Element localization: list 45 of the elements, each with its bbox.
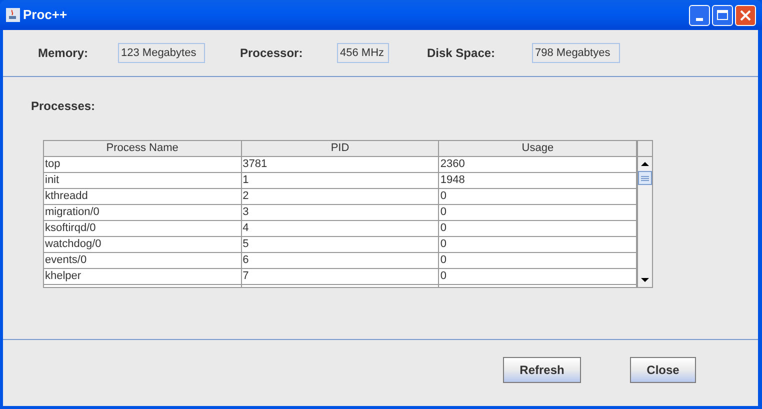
scrollbar[interactable]: [638, 157, 652, 287]
table-cell: events/0: [44, 253, 242, 269]
close-button[interactable]: [735, 4, 756, 26]
table-cell: 0: [439, 205, 637, 221]
maximize-icon: [717, 10, 728, 20]
stat-label: Memory:: [38, 45, 90, 62]
table-cell: 7: [242, 269, 440, 285]
table-cell: 1948: [439, 173, 637, 189]
column-header[interactable]: PID: [242, 141, 440, 157]
table-cell: 0: [439, 269, 637, 285]
table-cell: 6: [242, 253, 440, 269]
stat-value: 798 Megabtyes: [532, 43, 620, 63]
table-cell: 2: [242, 189, 440, 205]
table-cell: 2360: [439, 157, 637, 173]
table-cell: khelper: [44, 269, 242, 285]
table-cell: init: [44, 173, 242, 189]
window-title: Proc++: [23, 6, 68, 24]
processes-label: Processes:: [31, 99, 96, 113]
minimize-icon: [696, 18, 703, 20]
dialog-button[interactable]: Close: [630, 357, 696, 383]
stat-value: 456 MHz: [337, 43, 389, 63]
table-cell: 1: [242, 173, 440, 189]
table-cell: ksoftirqd/0: [44, 221, 242, 237]
stat-label: Disk Space:: [427, 45, 496, 62]
table-cell: 5: [242, 237, 440, 253]
minimize-button[interactable]: [689, 4, 710, 26]
table-cell: 0: [439, 221, 637, 237]
table-cell: migration/0: [44, 205, 242, 221]
table-cell: 0: [439, 189, 637, 205]
stat-value: 123 Megabytes: [118, 43, 205, 63]
table-cell: 3: [242, 205, 440, 221]
column-header[interactable]: Usage: [439, 141, 637, 157]
dialog-button[interactable]: Refresh: [503, 357, 581, 383]
table-cell: kthreadd: [44, 189, 242, 205]
scroll-thumb[interactable]: [638, 171, 652, 185]
table-cell: top: [44, 157, 242, 173]
table-cell: 0: [439, 237, 637, 253]
close-icon: [740, 10, 751, 20]
maximize-button[interactable]: [712, 4, 733, 26]
table-cell: 4: [242, 221, 440, 237]
stat-label: Processor:: [240, 45, 304, 62]
table-cell: 0: [439, 253, 637, 269]
table-cell: watchdog/0: [44, 237, 242, 253]
column-header[interactable]: Process Name: [44, 141, 242, 157]
table-cell: 3781: [242, 157, 440, 173]
